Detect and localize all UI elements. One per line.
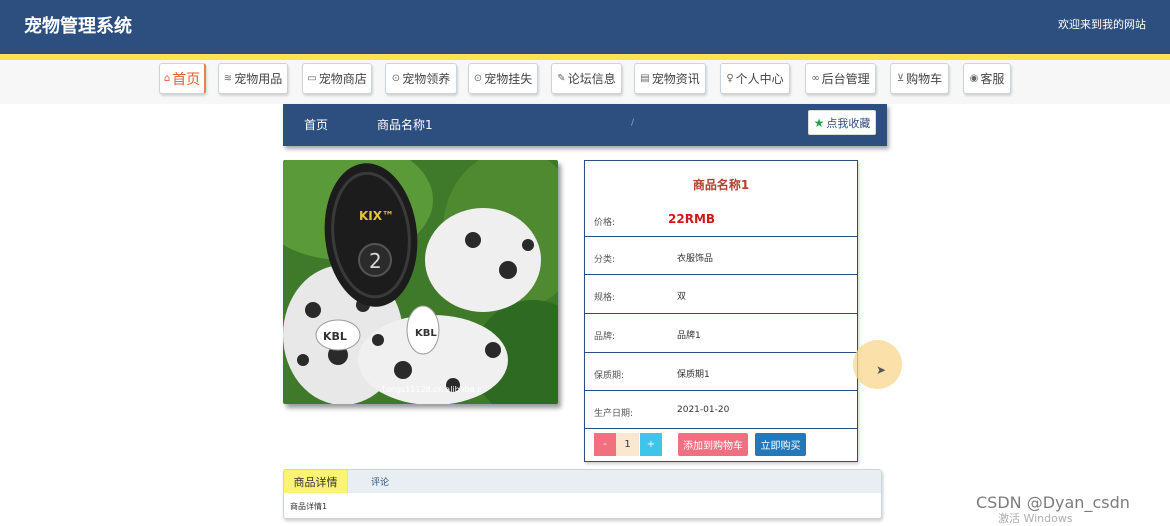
- nav-item-label: 宠物用品: [234, 72, 283, 86]
- nav-item-label: 客服: [980, 72, 1005, 86]
- badge-kbl-2: KBL: [415, 328, 437, 339]
- nav-item-home[interactable]: ⌂ 首页: [159, 63, 206, 94]
- info-row: 规格: 双: [585, 275, 857, 314]
- breadcrumb: 首页 / 商品名称1: [283, 104, 887, 146]
- tab-header: 商品详情 评论: [284, 470, 881, 493]
- nav-item-label: 宠物商店: [318, 72, 367, 86]
- badge-kbl: KBL: [323, 330, 347, 343]
- product-image: 2 KIX™ KBL KBL 1ongs11128.cn.alibaba.c: [283, 160, 558, 404]
- breadcrumb-home[interactable]: 首页: [304, 116, 328, 133]
- lost-icon: ⊙: [473, 73, 483, 84]
- breadcrumb-current: 商品名称1: [377, 118, 433, 132]
- nav-item-label: 首页: [172, 71, 201, 88]
- mouse-cursor-icon: ➤: [876, 363, 887, 377]
- field-label: 保质期:: [594, 371, 625, 381]
- nav-item-label: 宠物资讯: [651, 72, 700, 86]
- image-watermark: 1ongs11128.cn.alibaba.c: [381, 385, 482, 394]
- info-row-name-price: 商品名称1 价格: 22RMB: [585, 161, 857, 237]
- sole-number: 2: [369, 249, 382, 273]
- nav-item-forum[interactable]: ✎ 论坛信息: [551, 63, 622, 94]
- quantity-minus-button[interactable]: -: [594, 433, 616, 456]
- quantity-input[interactable]: 1: [616, 433, 639, 456]
- tab-details[interactable]: 商品详情: [284, 470, 348, 493]
- price-value: 22RMB: [668, 212, 716, 226]
- user-icon: ♀: [726, 73, 734, 84]
- price-label: 价格:: [594, 218, 616, 228]
- link-icon: ∞: [811, 73, 820, 84]
- supplies-icon: ≋: [223, 73, 233, 84]
- nav-item-admin[interactable]: ∞ 后台管理: [805, 63, 876, 94]
- info-row: 保质期: 保质期1: [585, 353, 857, 391]
- field-label: 生产日期:: [594, 409, 634, 419]
- field-value: 双: [677, 292, 687, 302]
- nav-item-adopt[interactable]: ⊙ 宠物领养: [385, 63, 457, 94]
- product-info-panel: 商品名称1 价格: 22RMB 分类: 衣服饰品 规格: 双 品牌: 品牌1 保…: [584, 160, 858, 462]
- shop-icon: ▭: [307, 73, 317, 84]
- star-icon: ★: [813, 115, 825, 130]
- adopt-icon: ⊙: [391, 73, 401, 84]
- nav-item-service[interactable]: ◉ 客服: [963, 63, 1011, 94]
- buy-now-button[interactable]: 立即购买: [755, 433, 806, 456]
- welcome-text: 欢迎来到我的网站: [1058, 18, 1146, 31]
- info-row: 分类: 衣服饰品: [585, 237, 857, 275]
- nav-item-news[interactable]: ▤ 宠物资讯: [634, 63, 706, 94]
- info-row: 生产日期: 2021-01-20: [585, 391, 857, 429]
- home-icon: ⌂: [163, 73, 171, 84]
- field-value: 品牌1: [677, 331, 701, 341]
- product-name: 商品名称1: [692, 178, 750, 192]
- news-icon: ▤: [640, 73, 650, 84]
- nav-item-label: 论坛信息: [567, 72, 616, 86]
- nav-item-label: 后台管理: [821, 72, 870, 86]
- header-bar: 宠物管理系统 欢迎来到我的网站: [0, 0, 1170, 54]
- favorite-button[interactable]: ★ 点我收藏: [808, 110, 876, 135]
- nav-item-profile[interactable]: ♀ 个人中心: [720, 63, 790, 94]
- nav-item-cart[interactable]: ⊻ 购物车: [890, 63, 949, 94]
- info-row: 品牌: 品牌1: [585, 314, 857, 353]
- app-title: 宠物管理系统: [24, 16, 132, 37]
- add-to-cart-button[interactable]: 添加到购物车: [678, 433, 748, 456]
- nav-item-label: 个人中心: [735, 72, 784, 86]
- nav-item-label: 宠物领养: [402, 72, 451, 86]
- detail-tabs: 商品详情 评论 商品详情1: [283, 469, 882, 519]
- field-label: 品牌:: [594, 332, 616, 342]
- nav-item-shop[interactable]: ▭ 宠物商店: [302, 63, 372, 94]
- tab-content: 商品详情1: [290, 502, 328, 511]
- nav-item-supplies[interactable]: ≋ 宠物用品: [218, 63, 288, 94]
- nav-bar: ⌂ 首页 ≋ 宠物用品 ▭ 宠物商店 ⊙ 宠物领养 ⊙ 宠物挂失 ✎ 论坛信息 …: [0, 60, 1170, 104]
- service-icon: ◉: [969, 73, 979, 84]
- forum-icon: ✎: [557, 73, 566, 84]
- field-value: 2021-01-20: [677, 405, 730, 415]
- nav-item-label: 宠物挂失: [484, 72, 533, 86]
- cart-icon: ⊻: [896, 73, 905, 84]
- favorite-label: 点我收藏: [826, 116, 871, 130]
- field-label: 分类:: [594, 255, 616, 265]
- field-label: 规格:: [594, 293, 616, 303]
- tab-comments[interactable]: 评论: [366, 470, 394, 493]
- nav-item-label: 购物车: [906, 72, 943, 86]
- breadcrumb-separator: /: [631, 118, 635, 128]
- sole-logo: KIX™: [359, 209, 394, 223]
- field-value: 保质期1: [677, 370, 710, 380]
- nav-item-lost[interactable]: ⊙ 宠物挂失: [468, 63, 538, 94]
- pet-shoes-image: 2 KIX™ KBL KBL 1ongs11128.cn.alibaba.c: [283, 160, 558, 404]
- quantity-plus-button[interactable]: +: [640, 433, 662, 456]
- field-value: 衣服饰品: [677, 254, 714, 264]
